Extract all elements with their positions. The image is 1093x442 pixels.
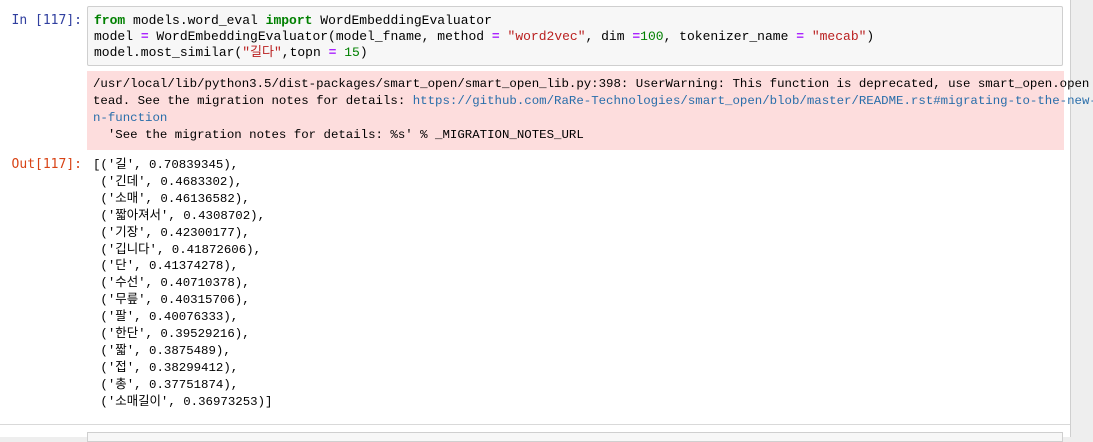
operator-token: = <box>796 29 804 44</box>
output-prompt: Out[117]: <box>11 157 82 172</box>
warning-line-4: 'See the migration notes for details: %s… <box>93 128 584 142</box>
import-name: WordEmbeddingEvaluator <box>312 13 492 28</box>
result-line: ('단', 0.41374278), <box>93 259 239 274</box>
code-text[interactable]: from models.word_eval import WordEmbeddi… <box>94 13 874 61</box>
input-prompt: In [117]: <box>11 13 82 28</box>
code-token: , dim <box>585 29 633 44</box>
string-literal: "mecab" <box>811 29 867 44</box>
operator-token: = <box>491 29 500 44</box>
output-area: [('길', 0.70839345), ('긴데', 0.4683302), (… <box>87 156 1062 416</box>
migration-notes-link[interactable]: https://github.com/RaRe-Technologies/sma… <box>413 94 1093 108</box>
result-line: ('접', 0.38299412), <box>93 360 239 375</box>
string-literal: "word2vec" <box>507 29 586 44</box>
keyword-from: from <box>94 13 126 28</box>
warning-line-1: /usr/local/lib/python3.5/dist-packages/s… <box>93 77 1093 91</box>
code-token: , tokenizer_name <box>663 29 797 44</box>
code-line-1: from models.word_eval import WordEmbeddi… <box>94 13 492 28</box>
stderr-output: /usr/local/lib/python3.5/dist-packages/s… <box>87 71 1093 150</box>
result-text: [('길', 0.70839345), ('긴데', 0.4683302), (… <box>93 157 272 411</box>
code-token: model.most_similar( <box>94 45 243 60</box>
notebook-container: In [117]: from models.word_eval import W… <box>0 0 1093 442</box>
result-line: ('깁니다', 0.41872606), <box>93 242 262 257</box>
next-code-cell[interactable] <box>87 432 1063 442</box>
migration-notes-link-continued[interactable]: n-function <box>93 111 167 125</box>
result-line: ('총', 0.37751874), <box>93 377 239 392</box>
keyword-import: import <box>265 13 313 28</box>
result-line: ('짧', 0.3875489), <box>93 343 231 358</box>
operator-token: = <box>140 29 149 44</box>
operator-token: = <box>632 29 641 44</box>
code-token: ) <box>866 29 875 44</box>
number-literal: 100 <box>640 29 664 44</box>
result-line: [('길', 0.70839345), <box>93 158 239 172</box>
code-token: ) <box>359 45 368 60</box>
code-token: ,topn <box>281 45 329 60</box>
result-line: ('짧아져서', 0.4308702), <box>93 208 266 223</box>
result-line: ('긴데', 0.4683302), <box>93 174 243 189</box>
code-cell[interactable]: In [117]: from models.word_eval import W… <box>0 0 1093 425</box>
warning-text: /usr/local/lib/python3.5/dist-packages/s… <box>93 76 1093 144</box>
result-line: ('팔', 0.40076333), <box>93 310 239 325</box>
string-literal: "길다" <box>242 45 282 60</box>
result-line: ('무릎', 0.40315706), <box>93 293 250 308</box>
result-line: ('기장', 0.42300177), <box>93 225 250 240</box>
result-line: ('수선', 0.40710378), <box>93 276 250 291</box>
number-literal: 15 <box>344 45 360 60</box>
code-line-3: model.most_similar("길다",topn = 15) <box>94 45 368 60</box>
code-token: model <box>94 29 141 44</box>
code-token: WordEmbeddingEvaluator(model_fname, meth… <box>148 29 492 44</box>
code-editor[interactable]: from models.word_eval import WordEmbeddi… <box>87 6 1063 66</box>
result-line: ('소매', 0.46136582), <box>93 191 250 206</box>
result-line: ('소매길이', 0.36973253)] <box>93 394 273 409</box>
warning-line-2: tead. See the migration notes for detail… <box>93 94 413 108</box>
result-line: ('한단', 0.39529216), <box>93 327 250 342</box>
module-name: models.word_eval <box>125 13 266 28</box>
code-line-2: model = WordEmbeddingEvaluator(model_fna… <box>94 29 874 44</box>
